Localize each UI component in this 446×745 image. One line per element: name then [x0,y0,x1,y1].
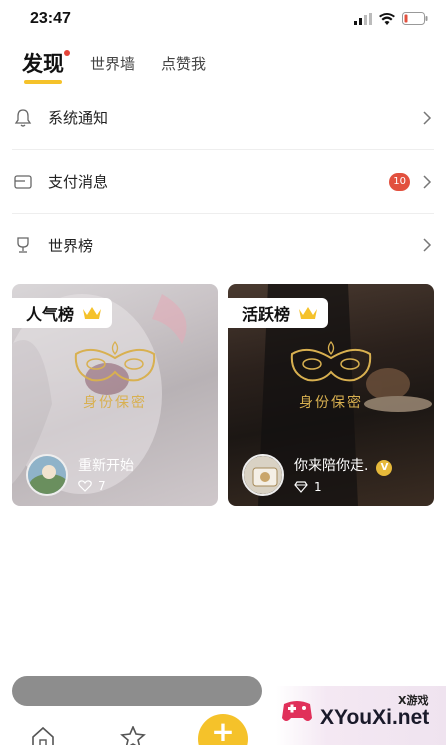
status-time: 23:47 [30,10,71,27]
watermark: X游戏 XYouXi.net [276,686,446,745]
crown-icon [299,307,318,319]
chevron-right-icon [423,174,432,189]
tab-world-wall-label: 世界墙 [90,55,136,73]
mask-icon [290,340,372,382]
menu-item-system-notice[interactable]: 系统通知 [12,86,434,150]
menu-item-world-rank[interactable]: 世界榜 [12,213,434,277]
identity-hidden-text: 身份保密 [299,395,363,411]
menu-label: 世界榜 [48,236,94,255]
card-user: 重新开始 7 [26,454,134,496]
identity-hidden-text: 身份保密 [83,395,147,411]
chevron-right-icon [423,110,432,125]
like-count: 7 [78,479,134,493]
popularity-rank-card[interactable]: 人气榜 身份保密 重新开始 7 [12,284,218,506]
trophy-icon [12,234,34,256]
unread-badge: 10 [389,172,410,191]
watermark-text: XYouXi.net [320,706,430,729]
gamepad-logo-icon [282,701,312,721]
user-name: 你来陪你走. V [294,457,393,476]
bell-icon [12,107,34,129]
star-icon[interactable] [120,726,146,745]
status-bar: 23:47 [0,0,446,40]
diamond-count-value: 1 [314,479,322,494]
tab-world-wall[interactable]: 世界墙 [90,53,135,86]
crown-icon [83,307,102,319]
battery-icon [402,12,428,25]
vip-badge-icon: V [376,459,393,476]
card-tag: 活跃榜 [228,298,329,328]
tab-discover-label: 发现 [22,52,64,76]
tab-likes[interactable]: 点赞我 [161,53,206,86]
avatar[interactable] [26,454,68,496]
tab-discover[interactable]: 发现 [22,48,70,86]
card-tag: 人气榜 [12,298,113,328]
wallet-icon [12,171,34,193]
user-name: 重新开始 [78,458,134,474]
menu-label: 系统通知 [48,109,109,127]
diamond-icon [294,480,308,493]
notification-dot [64,50,70,56]
signal-icon [354,12,372,25]
status-icons [354,12,428,25]
menu-item-payment[interactable]: 支付消息 10 [12,150,434,214]
card-tag-label: 人气榜 [26,305,75,324]
home-indicator [12,676,262,706]
active-rank-card[interactable]: 活跃榜 身份保密 你来陪你走. V 1 [228,284,434,506]
top-tabs: 发现 世界墙 点赞我 [22,46,232,86]
like-count-value: 7 [98,479,106,493]
card-user: 你来陪你走. V 1 [242,454,393,496]
heart-icon [78,480,92,492]
diamond-count: 1 [294,480,392,494]
avatar[interactable] [242,454,284,496]
menu-label: 支付消息 [48,173,109,191]
chevron-right-icon [423,238,432,252]
tab-likes-label: 点赞我 [161,55,207,73]
user-name-text: 你来陪你走. [294,457,369,474]
mask-icon [74,340,156,382]
card-tag-label: 活跃榜 [242,305,291,324]
wifi-icon [379,12,395,25]
add-icon: + [211,715,235,745]
home-icon[interactable] [30,726,56,745]
